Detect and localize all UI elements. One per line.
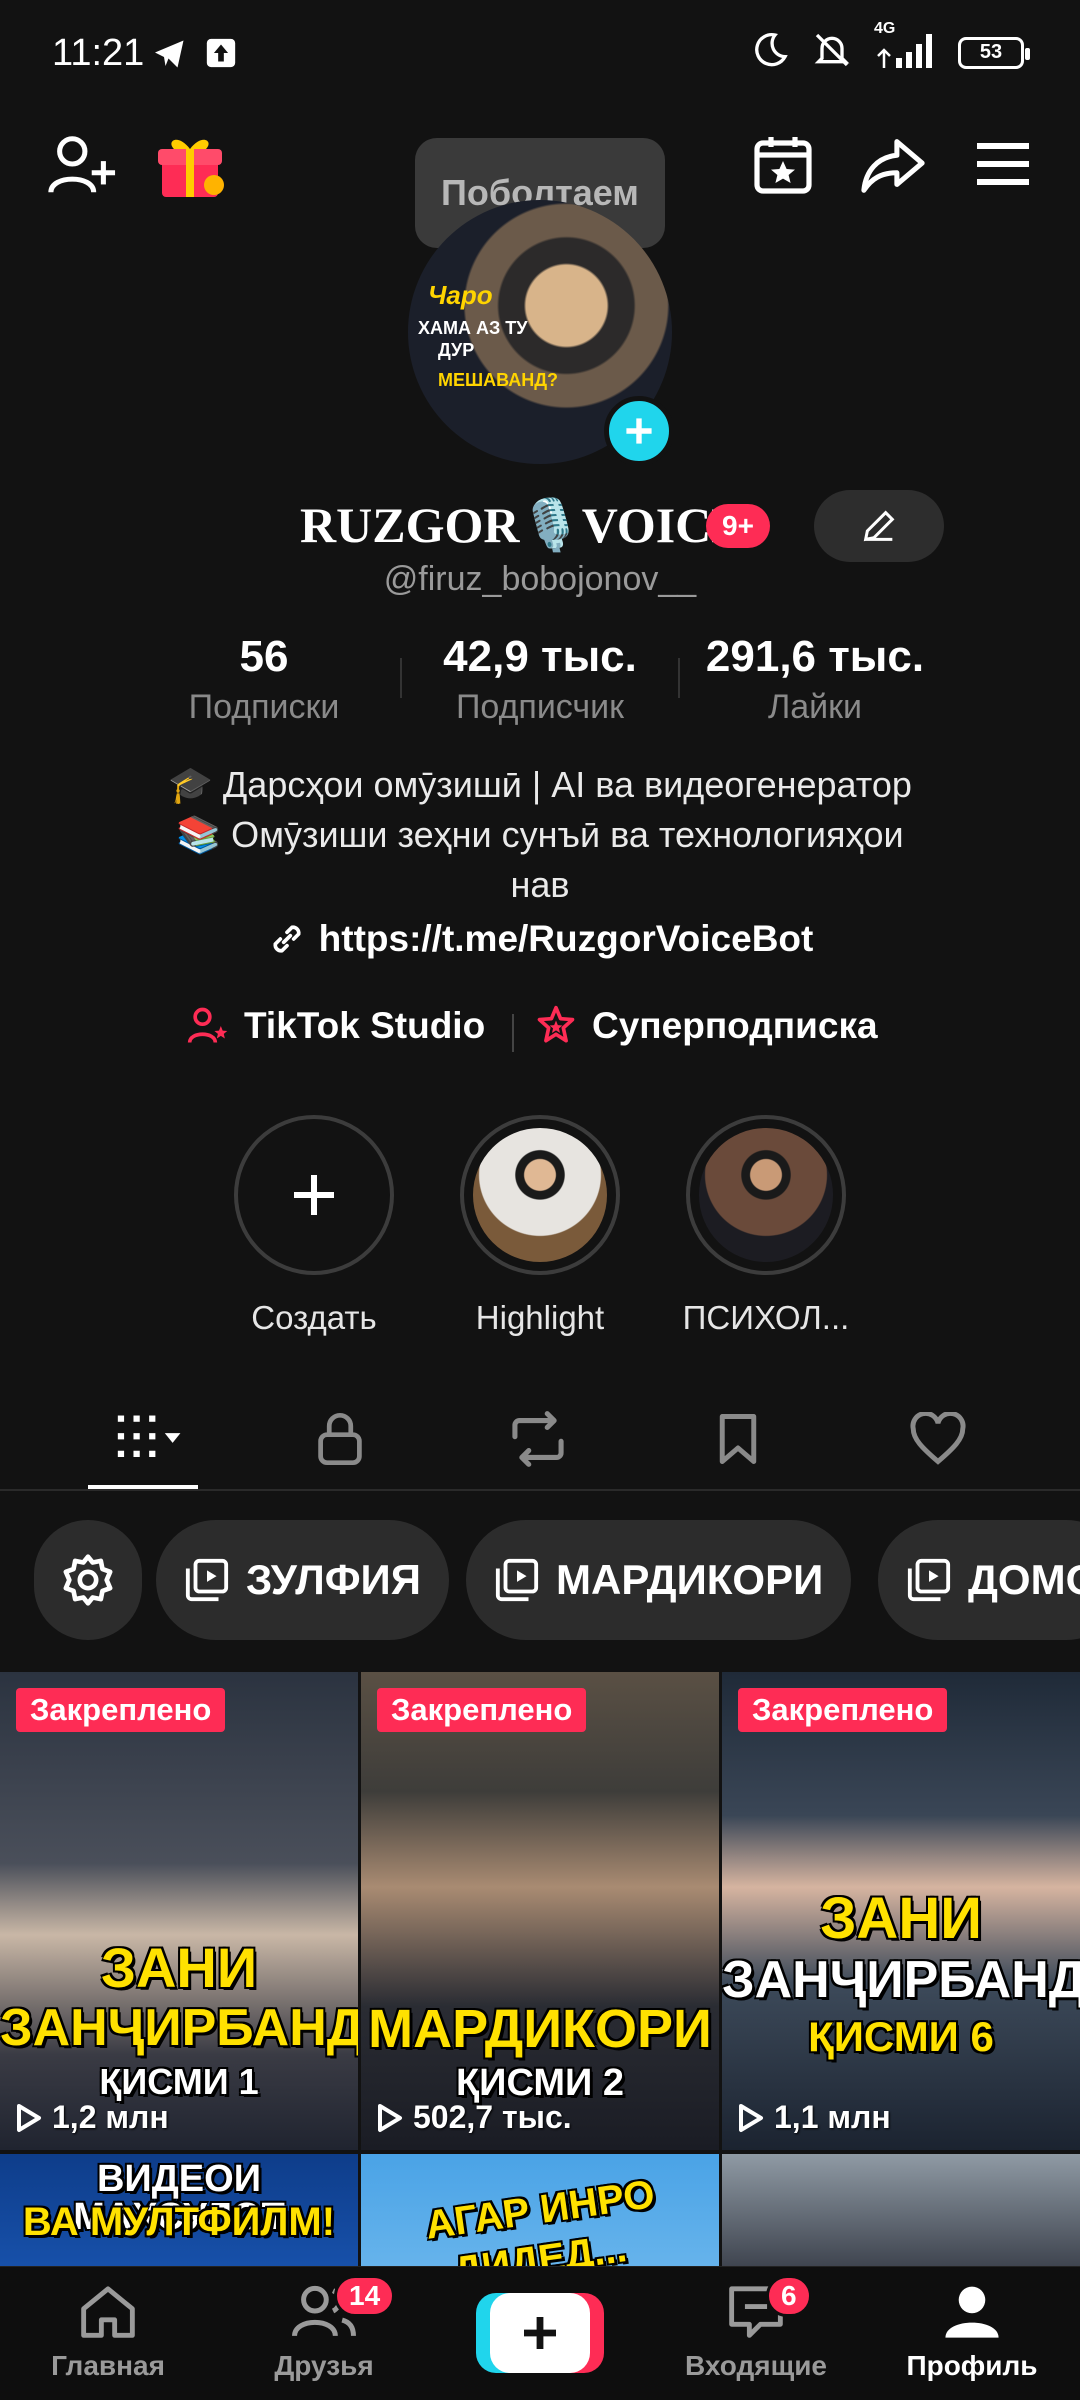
inbox-badge: 6 bbox=[766, 2275, 812, 2317]
nav-inbox[interactable]: Входящие 6 bbox=[676, 2275, 836, 2382]
followers-stat[interactable]: 42,9 тыс. Подписчик bbox=[420, 632, 660, 727]
profile-stats: 56 Подписки 42,9 тыс. Подписчик 291,6 ты… bbox=[0, 632, 1080, 742]
signal-icon: 4G bbox=[874, 20, 936, 75]
grid-dropdown-icon bbox=[117, 1415, 181, 1457]
battery-indicator: 53 bbox=[958, 36, 1030, 69]
playlist-settings-button[interactable] bbox=[34, 1520, 142, 1640]
notification-badge[interactable]: 9+ bbox=[706, 504, 770, 548]
video-thumbnail[interactable] bbox=[722, 2154, 1080, 2272]
video-thumbnail[interactable]: Закреплено ЗАНИ ЗАНҶИРБАНД ҚИСМИ 1 1,2 м… bbox=[0, 1672, 358, 2150]
highlight-circle bbox=[686, 1115, 846, 1275]
lock-icon bbox=[318, 1413, 362, 1466]
active-tab-indicator bbox=[88, 1485, 198, 1489]
nav-profile[interactable]: Профиль bbox=[892, 2281, 1052, 2382]
tab-liked[interactable] bbox=[898, 1409, 978, 1469]
network-type: 4G bbox=[874, 20, 896, 37]
bell-muted-icon bbox=[812, 30, 852, 75]
tab-favorites[interactable] bbox=[698, 1409, 778, 1469]
status-time: 11:21 bbox=[52, 32, 145, 74]
pinned-badge: Закреплено bbox=[377, 1688, 587, 1732]
playlist-icon bbox=[185, 1558, 229, 1602]
pinned-badge: Закреплено bbox=[16, 1688, 226, 1732]
divider bbox=[678, 658, 680, 698]
following-stat[interactable]: 56 Подписки bbox=[164, 632, 364, 727]
menu-icon[interactable] bbox=[968, 134, 1038, 194]
tab-private[interactable] bbox=[300, 1409, 380, 1469]
bookmark-icon bbox=[719, 1414, 757, 1464]
playlist-chip[interactable]: ЗУЛФИЯ bbox=[156, 1520, 449, 1640]
divider bbox=[400, 658, 402, 698]
share-icon[interactable] bbox=[858, 130, 928, 200]
plus-icon bbox=[294, 1175, 334, 1215]
upload-icon bbox=[204, 36, 238, 75]
divider bbox=[512, 1014, 514, 1052]
highlight-circle bbox=[234, 1115, 394, 1275]
link-icon bbox=[273, 925, 301, 953]
repost-icon bbox=[512, 1411, 564, 1467]
moon-icon bbox=[750, 30, 790, 75]
profile-name-row: RUZGOR🎙️VOICE 9+ bbox=[0, 490, 1080, 562]
tiktok-studio-button[interactable]: TikTok Studio bbox=[186, 1004, 485, 1048]
add-story-button[interactable] bbox=[604, 396, 674, 466]
play-icon bbox=[378, 2103, 402, 2132]
gift-icon[interactable] bbox=[150, 128, 230, 202]
playlist-chip[interactable]: ДОМО bbox=[878, 1520, 1080, 1640]
play-icon bbox=[739, 2103, 763, 2132]
pencil-icon bbox=[863, 510, 895, 542]
playlist-chips: ЗУЛФИЯ МАРДИКОРИ ДОМО bbox=[0, 1520, 1080, 1640]
username-handle: @firuz_bobojonov__ bbox=[383, 560, 697, 598]
heart-icon bbox=[910, 1412, 966, 1465]
view-count: 1,2 млн bbox=[14, 2099, 169, 2136]
studio-icon bbox=[187, 1007, 228, 1044]
highlight-thumbnail bbox=[473, 1128, 607, 1262]
view-count: 1,1 млн bbox=[736, 2099, 891, 2136]
playlist-icon bbox=[495, 1558, 539, 1602]
telegram-icon bbox=[150, 36, 190, 77]
profile-link[interactable]: https://t.me/RuzgorVoiceBot bbox=[0, 918, 1080, 960]
display-name: RUZGOR🎙️VOICE bbox=[300, 497, 745, 553]
view-count: 502,7 тыс. bbox=[375, 2099, 572, 2136]
highlight-thumbnail bbox=[699, 1128, 833, 1262]
add-friend-icon[interactable] bbox=[42, 132, 122, 198]
tab-videos[interactable] bbox=[110, 1409, 200, 1469]
play-icon bbox=[17, 2103, 41, 2132]
home-icon bbox=[81, 2286, 135, 2338]
video-thumbnail[interactable]: Закреплено МАРДИКОРИ ҚИСМИ 2 502,7 тыс. bbox=[361, 1672, 719, 2150]
friends-badge: 14 bbox=[334, 2275, 396, 2317]
video-grid: Закреплено ЗАНИ ЗАНҶИРБАНД ҚИСМИ 1 1,2 м… bbox=[0, 1672, 1080, 2272]
nav-home[interactable]: Главная bbox=[28, 2281, 188, 2382]
pinned-badge: Закреплено bbox=[738, 1688, 948, 1732]
create-button-face bbox=[490, 2293, 590, 2373]
tab-reposts[interactable] bbox=[498, 1409, 578, 1469]
playlist-icon bbox=[907, 1558, 951, 1602]
bottom-navigation: Главная Друзья 14 Входящие 6 Профиль bbox=[0, 2266, 1080, 2400]
star-badge-icon bbox=[537, 1005, 575, 1043]
likes-stat[interactable]: 291,6 тыс. Лайки bbox=[690, 632, 940, 727]
supersubscription-button[interactable]: Суперподписка bbox=[534, 1004, 878, 1048]
highlight-circle bbox=[460, 1115, 620, 1275]
highlight-create[interactable]: Создать bbox=[234, 1115, 394, 1337]
highlight-item[interactable]: Highlight bbox=[460, 1115, 620, 1337]
video-thumbnail[interactable]: АГАР ИНРО ДИДЕД... bbox=[361, 2154, 719, 2272]
nav-friends[interactable]: Друзья 14 bbox=[244, 2275, 404, 2382]
profile-tabs bbox=[0, 1395, 1080, 1491]
status-bar: 11:21 4G 53 bbox=[0, 0, 1080, 110]
playlist-chip[interactable]: МАРДИКОРИ bbox=[466, 1520, 852, 1640]
video-thumbnail[interactable]: Закреплено ЗАНИ ЗАНҶИРБАНД ҚИСМИ 6 1,1 м… bbox=[722, 1672, 1080, 2150]
profile-icon bbox=[945, 2286, 999, 2338]
profile-bio: 🎓 Дарсҳои омӯзишӣ | AI ва видеогенератор… bbox=[168, 764, 912, 905]
highlight-item[interactable]: ПСИХОЛ... bbox=[683, 1115, 849, 1337]
gear-icon bbox=[63, 1554, 113, 1606]
edit-profile-button[interactable] bbox=[814, 490, 944, 562]
create-video-button[interactable] bbox=[476, 2293, 604, 2373]
calendar-star-icon[interactable] bbox=[748, 130, 818, 200]
plus-icon bbox=[524, 2317, 556, 2349]
creator-tools: TikTok Studio Суперподписка bbox=[0, 1004, 1080, 1060]
video-thumbnail[interactable]: ВИДЕОИ МАХСУЛОТ ВА МУЛТФИЛМ! bbox=[0, 2154, 358, 2272]
